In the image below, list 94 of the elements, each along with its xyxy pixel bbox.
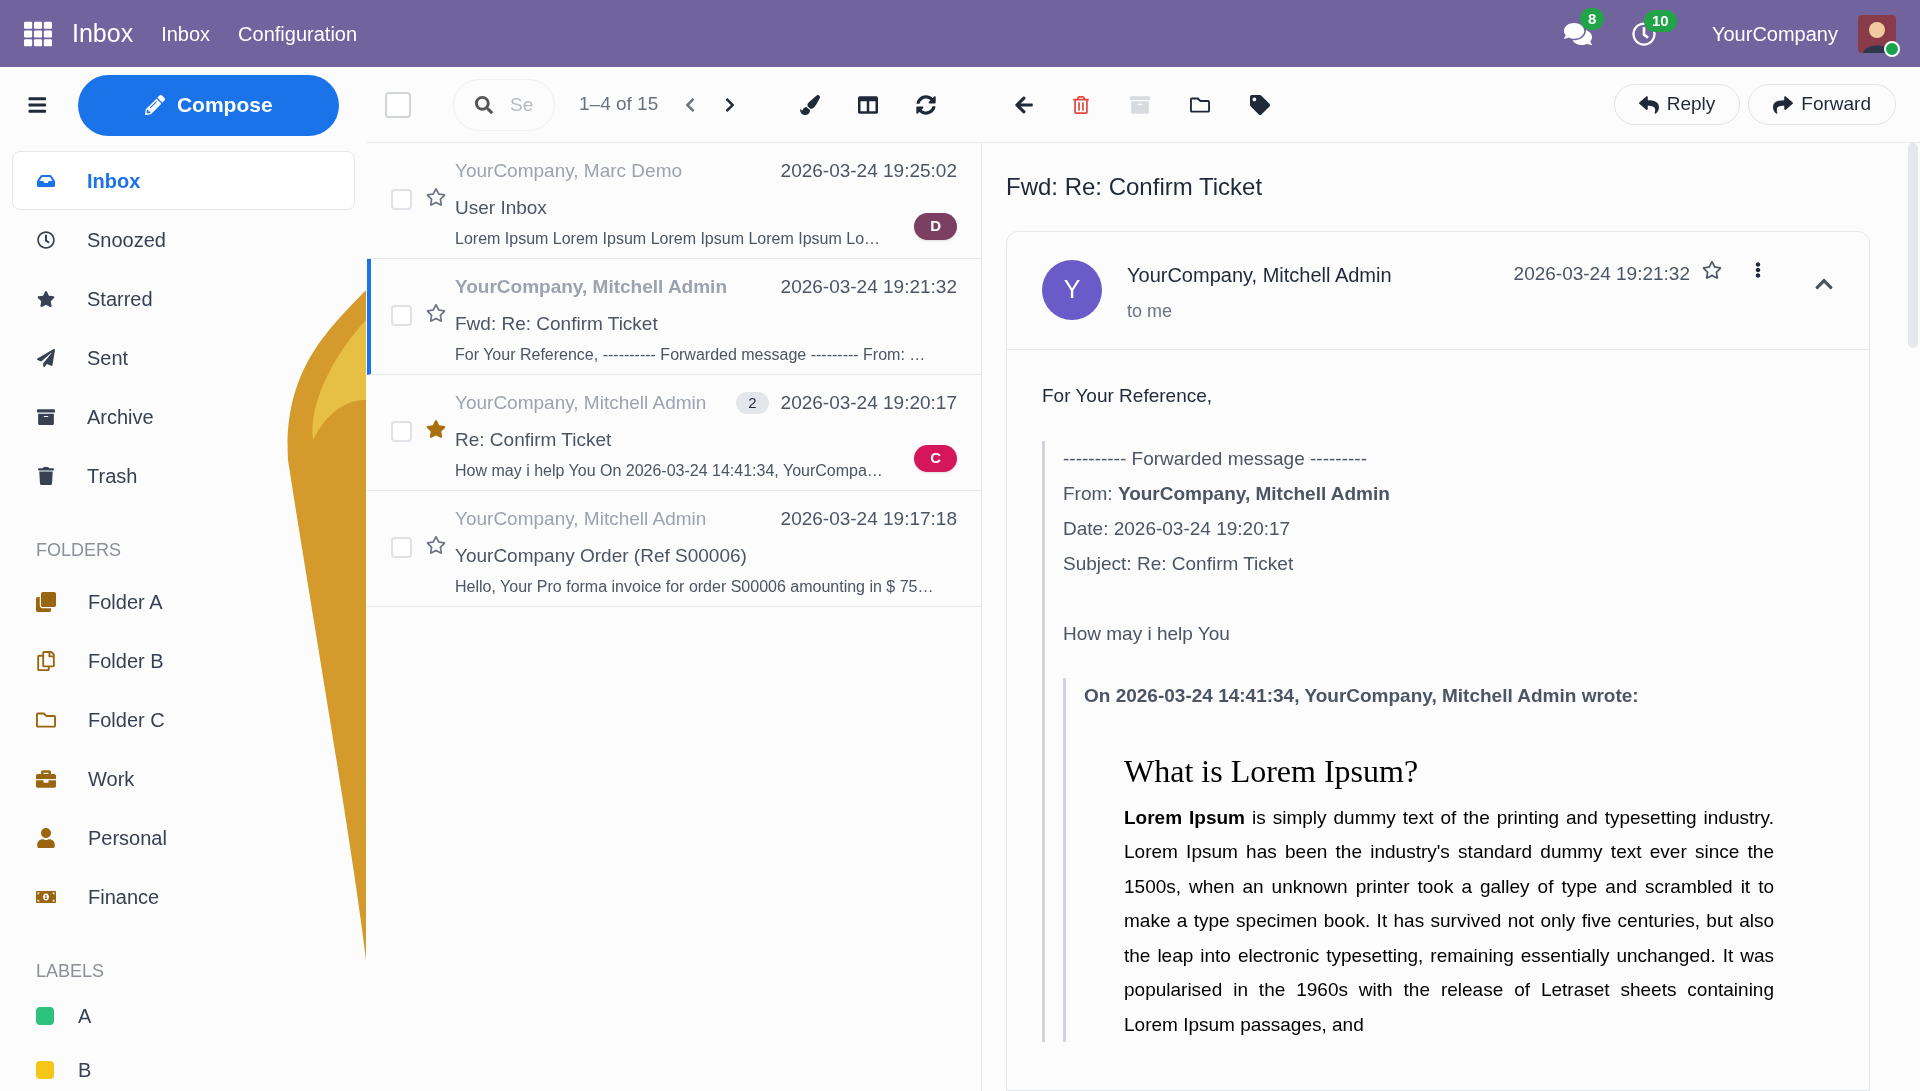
folder-item[interactable]: Personal [12,808,252,867]
clock-icon [37,230,55,249]
forwarded-header-line: ---------- Forwarded message --------- [1063,446,1368,471]
forward-arrow-icon [1773,94,1794,115]
forwarded-header-line: Subject: Re: Confirm Ticket [1063,551,1295,576]
trash-icon [37,466,55,485]
sender-avatar: Y [1042,260,1102,320]
app-title: Inbox [72,17,134,49]
message-subject: Re: Confirm Ticket [455,428,613,452]
message-preview: Hello, Your Pro forma invoice for order S00006 amounting in $ 75… [455,576,934,597]
sidebar-item[interactable]: Starred [12,269,252,328]
star-outline-icon[interactable] [1702,260,1722,280]
message-date: 2026-03-24 19:25:02 [780,158,957,183]
menu-item[interactable]: Configuration [238,18,358,49]
company-name[interactable]: YourCompany [1712,18,1838,49]
row-checkbox[interactable] [390,305,412,326]
avatar-icon[interactable] [1858,14,1896,53]
sidebar-item[interactable]: Inbox [12,151,355,210]
archive-box-icon [37,407,55,426]
star-icon[interactable] [426,419,446,439]
sender-name: YourCompany, Mitchell Admin [455,274,727,299]
recipient-text: to me [1127,300,1174,323]
message-row[interactable]: YourCompany, Mitchell Admin 2 2026-03-24 19:20:17 Re: Confirm Ticket How may i help You On 2026-03-24 14:41:34, YourCompa… C [367,375,981,491]
folder-item[interactable]: Finance [12,867,252,926]
forwarded-header-line: Date: 2026-03-24 19:20:17 [1063,516,1292,541]
message-title: Fwd: Re: Confirm Ticket [1006,172,1264,202]
greeting-text: For Your Reference, [1042,384,1214,408]
person-icon [36,827,56,848]
star-icon [37,289,55,308]
message-subject: User Inbox [455,196,548,220]
sender-name: YourCompany, Mitchell Admin [455,506,707,531]
count-badge: 8 [1580,7,1605,30]
reply-arrow-icon [1638,94,1659,115]
folder-item[interactable]: Folder A [12,572,252,631]
thread-count-badge: 2 [736,391,769,415]
trash-icon[interactable] [1072,95,1091,114]
star-outline-icon[interactable] [426,303,446,323]
label-item[interactable]: B [12,1043,355,1091]
message-row[interactable]: YourCompany, Mitchell Admin 2026-03-24 19:21:32 Fwd: Re: Confirm Ticket For Your Reference, ---------- Forwarded message --------- From: … [367,259,981,375]
sidebar-item[interactable]: Trash [12,446,252,505]
sidebar-item[interactable]: Snoozed [12,210,252,269]
row-checkbox[interactable] [390,537,412,558]
quote-heading: What is Lorem Ipsum? [1124,751,1420,791]
sender-name: YourCompany, Marc Demo [455,158,683,183]
menu-icon[interactable] [28,95,47,115]
star-outline-icon[interactable] [426,187,446,207]
star-outline-icon[interactable] [426,535,446,555]
brush-icon[interactable] [800,94,821,115]
pager-text: 1–4 of 15 [579,92,659,117]
search-field[interactable]: Se [453,78,555,131]
split-view-icon[interactable] [858,94,879,115]
folder-item[interactable]: Work [12,749,252,808]
folder-item[interactable]: Folder B [12,631,252,690]
windows-icon [36,591,56,612]
message-preview: Lorem Ipsum Lorem Ipsum Lorem Ipsum Lorem Ipsum Lo… [455,228,881,249]
search-icon [475,95,493,114]
paper-plane-icon [37,348,55,367]
sender-name: YourCompany, Mitchell Admin [1127,263,1392,288]
count-badge: 10 [1644,9,1677,32]
menu-item[interactable]: Inbox [161,18,211,49]
sidebar-item[interactable]: Sent [12,328,252,387]
message-date: 2026-03-24 19:20:17 [780,390,957,415]
apps-grid-icon[interactable] [24,19,52,48]
message-date: 2026-03-24 19:21:32 [780,274,957,299]
reply-text: How may i help You [1063,621,1231,646]
back-arrow-icon[interactable] [1014,94,1035,115]
briefcase-icon [36,768,56,789]
message-row[interactable]: YourCompany, Mitchell Admin 2026-03-24 19:17:18 YourCompany Order (Ref S00006) Hello, Your Pro forma invoice for order S00006 amounting in $ 75… [367,491,981,607]
section-heading: FOLDERS [35,539,123,562]
row-checkbox[interactable] [390,421,412,442]
message-subject: Fwd: Re: Confirm Ticket [455,312,659,336]
select-all-checkbox[interactable] [385,91,411,118]
copy-icon [36,650,56,671]
message-row[interactable]: YourCompany, Marc Demo 2026-03-24 19:25:02 User Inbox Lorem Ipsum Lorem Ipsum Lorem Ipsum Lorem Ipsum Lo… D [367,143,981,259]
message-subject: YourCompany Order (Ref S00006) [455,544,748,568]
row-checkbox[interactable] [390,189,412,210]
refresh-icon[interactable] [916,94,937,115]
quote-paragraph: Lorem Ipsum is simply dummy text of the printing and typesetting industry. Lorem Ipsum has been the industry's standard dummy text ever since the 1500s, when an unknown printer took a galley of type and scrambled it to make a type specimen book. It has survived not only five centuries, but also the leap into electronic typesetting, remaining essentially unchanged. It was popularised in the 1960s with the release of Letraset sheets containing Lorem Ipsum passages, and [1124,805,1774,1037]
tag-badge: D [914,213,957,240]
sidebar-item[interactable]: Archive [12,387,252,446]
forwarded-header-line: From: YourCompany, Mitchell Admin [1063,481,1391,506]
tag-badge: C [914,445,957,472]
sender-name: YourCompany, Mitchell Admin [455,390,707,415]
message-date: 2026-03-24 19:21:32 [1513,262,1690,286]
message-date: 2026-03-24 19:17:18 [780,506,957,531]
section-heading: LABELS [35,960,106,983]
pencil-icon [144,95,165,115]
message-preview: How may i help You On 2026-03-24 14:41:34, YourCompa… [455,460,883,481]
message-preview: For Your Reference, ---------- Forwarded message --------- From: … [455,344,926,365]
label-item[interactable]: A [12,989,355,1043]
tag-icon[interactable] [1250,94,1271,115]
compose-button[interactable]: Compose [78,74,339,136]
folder-item[interactable]: Folder C [12,690,252,749]
quote-header: On 2026-03-24 14:41:34, YourCompany, Mitchell Admin wrote: [1084,683,1640,708]
